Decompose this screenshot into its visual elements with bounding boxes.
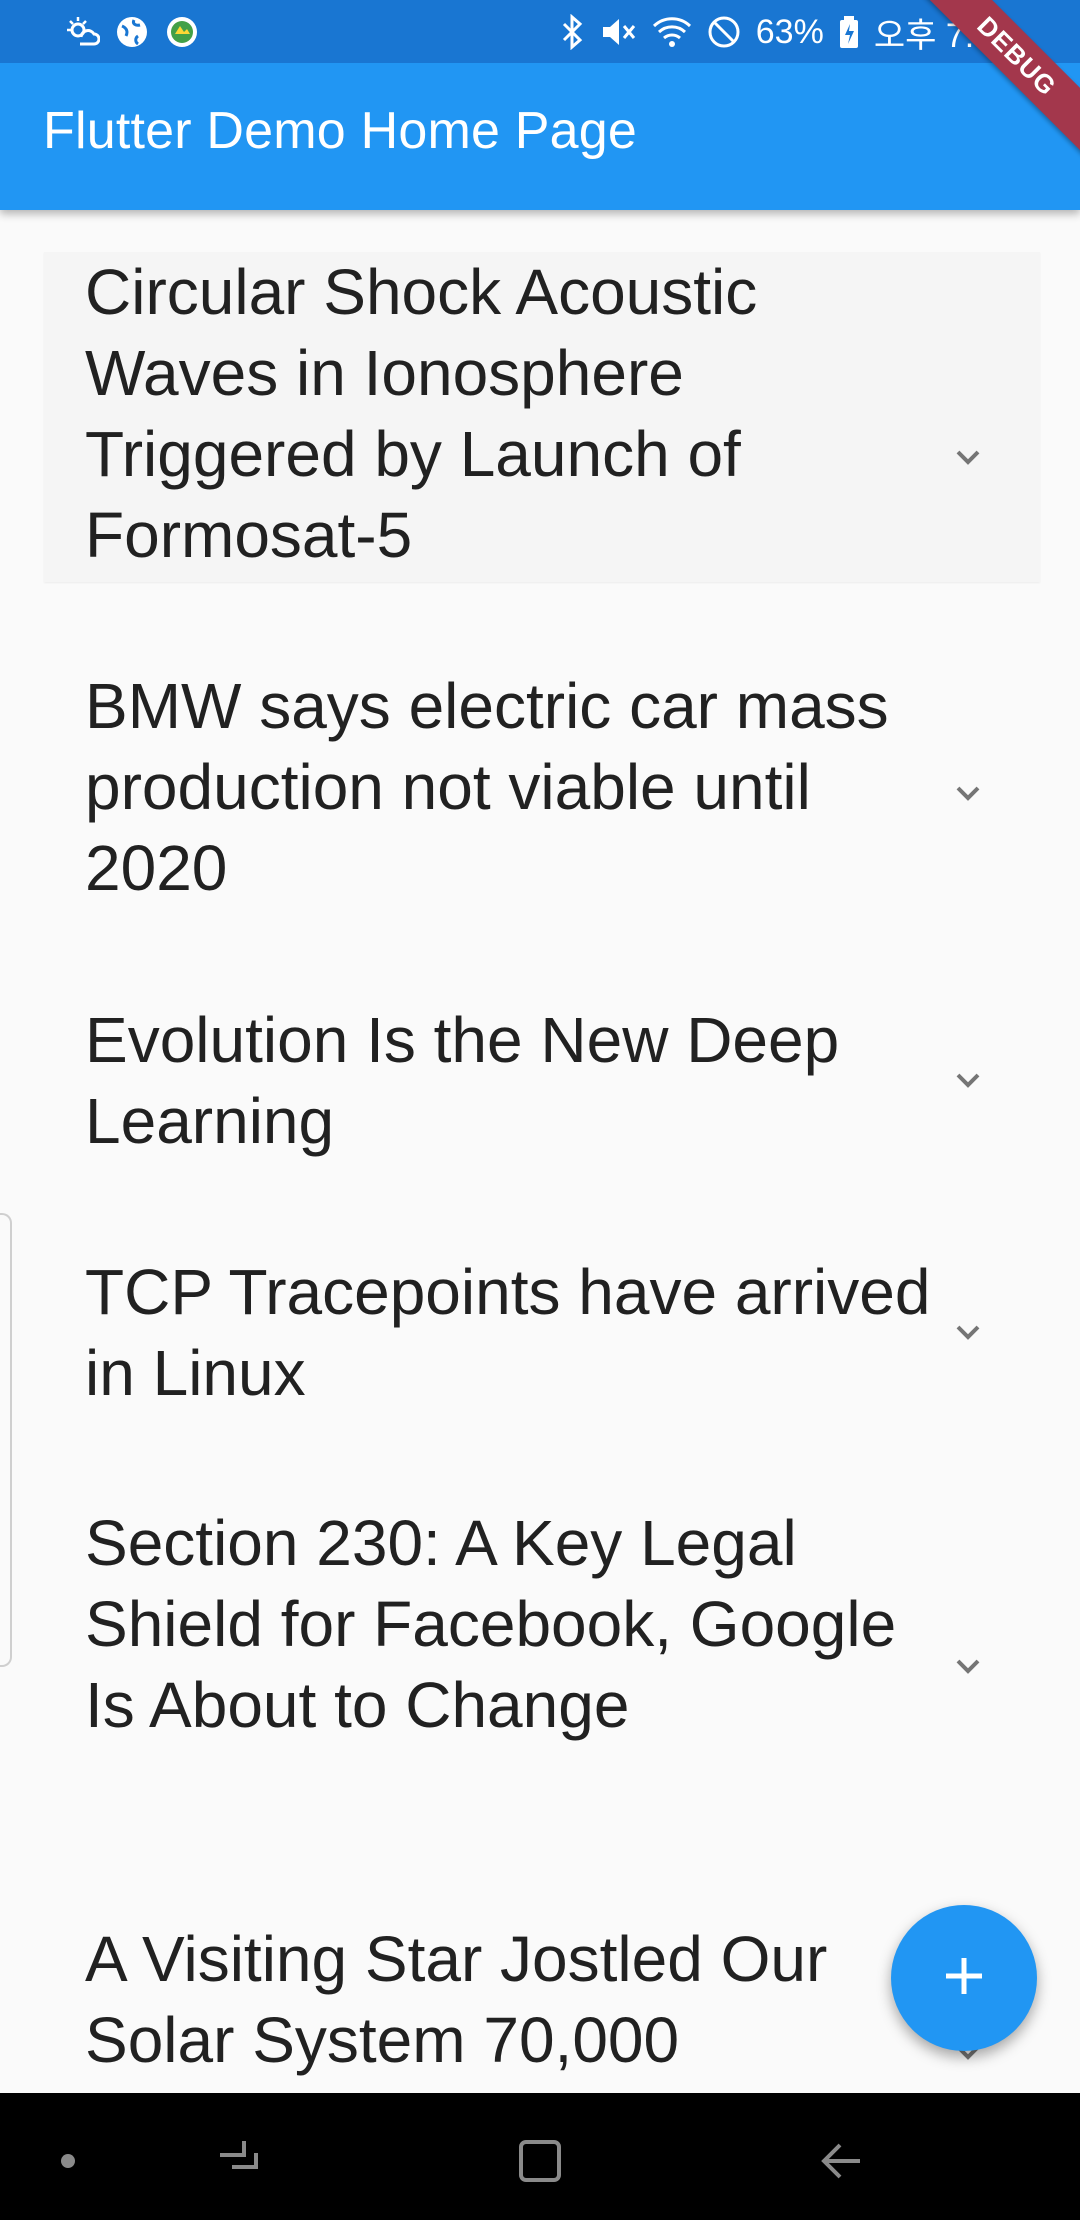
app-icon [164, 14, 200, 50]
edge-panel-handle[interactable] [0, 1213, 12, 1667]
chevron-down-icon[interactable] [944, 434, 992, 482]
list-item[interactable]: Evolution Is the New Deep Learning [44, 1000, 1040, 1165]
item-title: Circular Shock Acoustic Waves in Ionosph… [85, 256, 758, 571]
chevron-down-icon[interactable] [944, 1057, 992, 1105]
recents-icon[interactable] [208, 2131, 268, 2191]
item-title: BMW says electric car mass production no… [85, 670, 889, 904]
status-bar: 63% 오후 7:48 [0, 0, 1080, 63]
globe-icon [114, 14, 150, 50]
list-item[interactable]: TCP Tracepoints have arrived in Linux [44, 1252, 1040, 1417]
weather-icon [64, 14, 100, 50]
page-title: Flutter Demo Home Page [43, 102, 637, 160]
list-item[interactable]: Circular Shock Acoustic Waves in Ionosph… [44, 252, 1040, 582]
chevron-down-icon[interactable] [944, 1643, 992, 1691]
back-icon[interactable] [812, 2131, 872, 2191]
battery-icon [838, 14, 860, 50]
mute-icon [600, 14, 638, 50]
app-screen: 63% 오후 7:48 DEBUG Flutter Demo Home Page… [0, 0, 1080, 2220]
home-icon[interactable] [510, 2131, 570, 2191]
list-item[interactable]: Section 230: A Key Legal Shield for Face… [44, 1503, 1040, 1833]
navigation-bar [0, 2093, 1080, 2220]
item-title: Evolution Is the New Deep Learning [85, 1004, 840, 1157]
chevron-down-icon[interactable] [944, 1309, 992, 1357]
wifi-icon [652, 14, 692, 50]
plus-icon [940, 1952, 988, 2005]
item-title: TCP Tracepoints have arrived in Linux [85, 1256, 931, 1409]
list-item[interactable]: BMW says electric car mass production no… [44, 666, 1040, 911]
status-system: 63% 오후 7:48 [560, 10, 1012, 55]
app-bar: Flutter Demo Home Page [0, 63, 1080, 210]
battery-text: 63% [755, 12, 824, 51]
item-title: Section 230: A Key Legal Shield for Face… [85, 1507, 897, 1741]
do-not-disturb-icon [706, 14, 742, 50]
item-title: A Visiting Star Jostled Our Solar System… [85, 1923, 828, 2076]
add-fab-button[interactable] [891, 1905, 1037, 2051]
chevron-down-icon[interactable] [944, 770, 992, 818]
status-notifications [64, 10, 200, 54]
dot-icon[interactable] [38, 2131, 98, 2191]
story-list: Circular Shock Acoustic Waves in Ionosph… [0, 210, 1080, 2093]
bluetooth-icon [560, 14, 586, 50]
list-item[interactable]: A Visiting Star Jostled Our Solar System… [44, 1919, 1040, 2093]
